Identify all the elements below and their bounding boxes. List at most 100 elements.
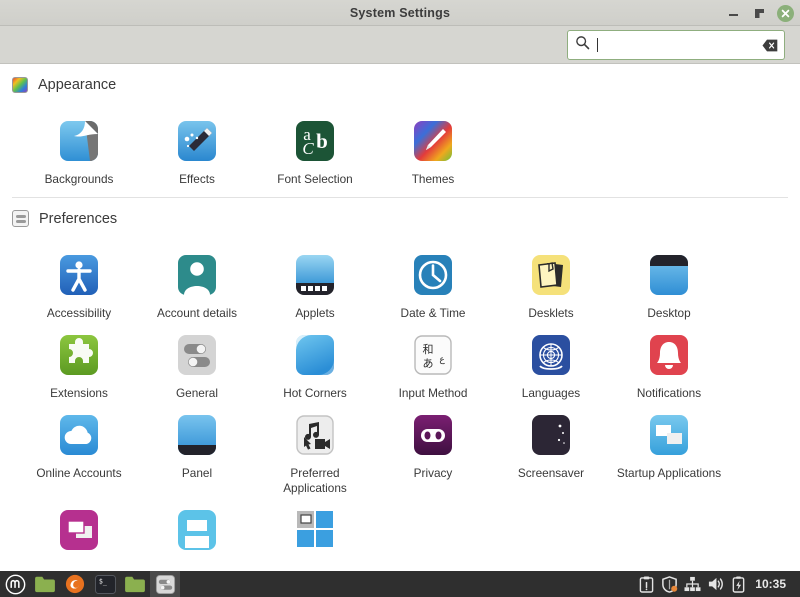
- system-settings-window-button[interactable]: [150, 571, 180, 597]
- svg-text:ع: ع: [439, 355, 445, 365]
- battery-icon[interactable]: [728, 571, 748, 597]
- tile-privacy[interactable]: Privacy: [374, 411, 492, 506]
- clock[interactable]: 10:35: [751, 577, 794, 591]
- themes-icon: [409, 117, 457, 165]
- online-accounts-icon: [55, 411, 103, 459]
- terminal-launcher[interactable]: $_: [90, 571, 120, 597]
- minimize-button[interactable]: [725, 5, 742, 22]
- window-preview-icon: [173, 506, 221, 554]
- search-box[interactable]: [567, 30, 785, 60]
- settings-content: Appearance Backgrounds Effects a b C Fon…: [0, 65, 800, 571]
- screensaver-icon: [527, 411, 575, 459]
- system-settings-window: System Settings Appearance Backgrounds E…: [0, 0, 800, 597]
- input-method-icon: 和 あ ع: [409, 331, 457, 379]
- volume-icon[interactable]: [705, 571, 725, 597]
- tile-date-time[interactable]: Date & Time: [374, 251, 492, 331]
- tile-label: Accessibility: [46, 306, 112, 320]
- tile-label: Effects: [179, 172, 215, 186]
- taskbar-left: $_: [0, 571, 180, 597]
- svg-text:あ: あ: [423, 357, 434, 370]
- tile-screensaver[interactable]: Screensaver: [492, 411, 610, 506]
- update-manager-icon[interactable]: [636, 571, 656, 597]
- section-preferences: Preferences Accessibility Account detail…: [0, 198, 800, 571]
- svg-text:b: b: [316, 129, 328, 153]
- svg-text:和: 和: [423, 343, 434, 356]
- tile-window-preview[interactable]: [138, 506, 256, 571]
- firefox-launcher[interactable]: [60, 571, 90, 597]
- preferences-icon: [12, 210, 29, 227]
- close-button[interactable]: [777, 4, 794, 22]
- tile-general[interactable]: General: [138, 331, 256, 411]
- date-time-icon: [409, 251, 457, 299]
- tile-label: Extensions: [50, 386, 108, 400]
- tile-desklets[interactable]: Desklets: [492, 251, 610, 331]
- network-icon[interactable]: [682, 571, 702, 597]
- account-details-icon: [173, 251, 221, 299]
- menu-button[interactable]: [0, 571, 30, 597]
- section-appearance: Appearance Backgrounds Effects a b C Fon…: [0, 65, 800, 197]
- extensions-icon: [55, 331, 103, 379]
- tile-backgrounds[interactable]: Backgrounds: [20, 117, 138, 197]
- window-tiling-icon: [291, 506, 339, 554]
- svg-text:$_: $_: [98, 577, 106, 585]
- tile-font-selection[interactable]: a b C Font Selection: [256, 117, 374, 197]
- tile-label: Themes: [411, 172, 455, 186]
- files-launcher[interactable]: [30, 571, 60, 597]
- tile-window-tiling[interactable]: [256, 506, 374, 571]
- appearance-icon: [12, 77, 28, 93]
- tile-label: Input Method: [398, 386, 468, 400]
- tile-label: Applets: [295, 306, 335, 320]
- tile-panel[interactable]: Panel: [138, 411, 256, 506]
- tile-online-accounts[interactable]: Online Accounts: [20, 411, 138, 506]
- clear-icon[interactable]: [762, 39, 778, 52]
- tile-label: Languages: [521, 386, 581, 400]
- file-manager-window[interactable]: [120, 571, 150, 597]
- search-icon: [575, 35, 590, 55]
- window-title: System Settings: [349, 5, 451, 20]
- firewall-shield-icon[interactable]: [659, 571, 679, 597]
- section-title-preferences: Preferences: [39, 210, 118, 227]
- tile-themes[interactable]: Themes: [374, 117, 492, 197]
- applets-icon: [291, 251, 339, 299]
- panel-icon: [173, 411, 221, 459]
- taskbar: $_ 10:35: [0, 571, 800, 597]
- svg-text:C: C: [302, 139, 314, 158]
- languages-icon: [527, 331, 575, 379]
- privacy-icon: [409, 411, 457, 459]
- tile-label: Preferred Applications: [283, 466, 347, 495]
- windows-icon: [55, 506, 103, 554]
- maximize-button[interactable]: [751, 5, 768, 22]
- tile-label: Privacy: [413, 466, 453, 480]
- tile-notifications[interactable]: Notifications: [610, 331, 728, 411]
- tile-startup-applications[interactable]: Startup Applications: [610, 411, 728, 506]
- startup-applications-icon: [645, 411, 693, 459]
- tile-desktop[interactable]: Desktop: [610, 251, 728, 331]
- tile-label: Account details: [156, 306, 237, 320]
- general-icon: [173, 331, 221, 379]
- tile-extensions[interactable]: Extensions: [20, 331, 138, 411]
- tile-label: Notifications: [636, 386, 702, 400]
- tile-label: Date & Time: [400, 306, 466, 320]
- preferences-grid: Accessibility Account details Applets Da…: [0, 237, 800, 571]
- tile-windows[interactable]: [20, 506, 138, 571]
- tile-hot-corners[interactable]: Hot Corners: [256, 331, 374, 411]
- tile-accessibility[interactable]: Accessibility: [20, 251, 138, 331]
- tile-effects[interactable]: Effects: [138, 117, 256, 197]
- notifications-icon: [645, 331, 693, 379]
- tile-input-method[interactable]: 和 あ ع Input Method: [374, 331, 492, 411]
- section-header-appearance: Appearance: [0, 65, 800, 103]
- section-title-appearance: Appearance: [38, 77, 117, 93]
- tile-languages[interactable]: Languages: [492, 331, 610, 411]
- font-selection-icon: a b C: [291, 117, 339, 165]
- tile-account-details[interactable]: Account details: [138, 251, 256, 331]
- tile-preferred-applications[interactable]: Preferred Applications: [256, 411, 374, 506]
- tile-label: Screensaver: [517, 466, 585, 480]
- accessibility-icon: [55, 251, 103, 299]
- tile-label: Desklets: [528, 306, 574, 320]
- hot-corners-icon: [291, 331, 339, 379]
- section-header-preferences: Preferences: [0, 198, 800, 237]
- desklets-icon: [527, 251, 575, 299]
- desktop-icon: [645, 251, 693, 299]
- tile-applets[interactable]: Applets: [256, 251, 374, 331]
- appearance-grid: Backgrounds Effects a b C Font Selection…: [0, 103, 800, 197]
